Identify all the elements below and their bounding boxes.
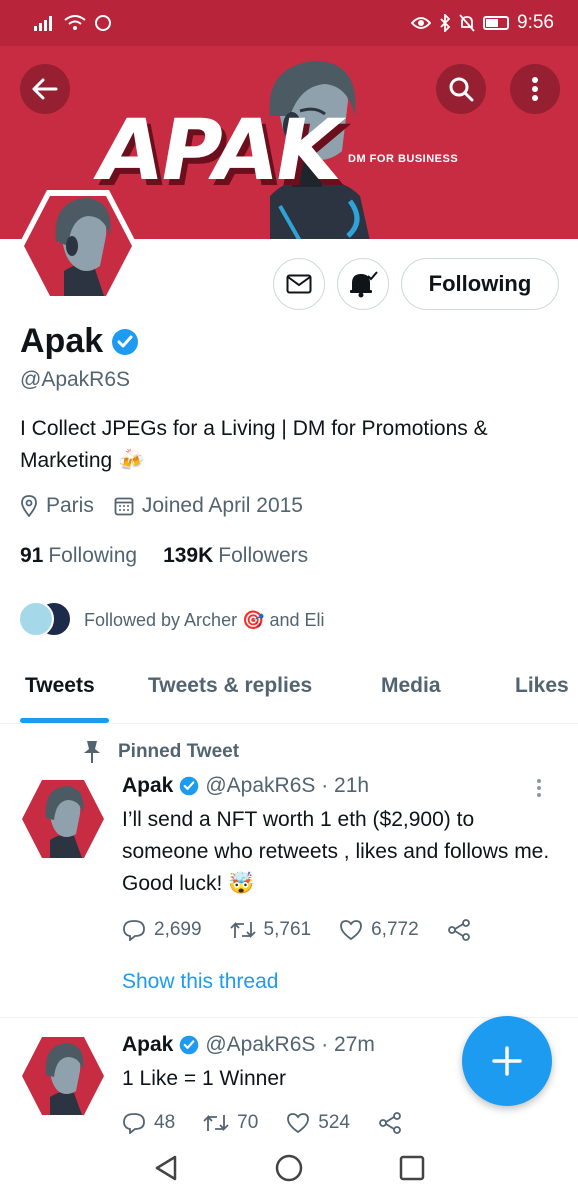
- display-name: Apak: [20, 322, 139, 361]
- profile-meta: Paris Joined April 2015: [20, 494, 323, 518]
- show-thread-link[interactable]: Show this thread: [122, 970, 278, 994]
- tweet-avatar[interactable]: [20, 1035, 106, 1117]
- back-arrow-icon: [32, 78, 58, 100]
- share-icon[interactable]: [378, 1111, 402, 1135]
- search-button[interactable]: [436, 64, 486, 114]
- tweet-author-name[interactable]: Apak: [122, 774, 173, 798]
- location-icon: [21, 495, 37, 517]
- signal-icon: [34, 16, 52, 31]
- tab-tweets-replies[interactable]: Tweets & replies: [148, 674, 312, 698]
- compose-plus-icon: [492, 1046, 522, 1076]
- joined-text: Joined April 2015: [141, 494, 303, 517]
- tweet-more-icon[interactable]: [536, 778, 542, 798]
- banner-subtitle: DM FOR BUSINESS: [348, 153, 459, 165]
- following-count: 91: [20, 544, 44, 567]
- bell-icon: [350, 271, 378, 298]
- tweet-author-name[interactable]: Apak: [122, 1033, 173, 1057]
- like-action[interactable]: 524: [286, 1112, 350, 1134]
- share-icon[interactable]: [447, 918, 471, 942]
- whatsapp-icon: [95, 15, 111, 31]
- following-label: Following: [48, 544, 138, 567]
- following-count-link[interactable]: 91 Following: [20, 544, 137, 568]
- followed-by-avatars: [18, 601, 74, 639]
- status-bar: 9:56: [0, 0, 578, 46]
- like-count: 524: [318, 1112, 350, 1133]
- like-count: 6,772: [371, 919, 419, 940]
- followed-by[interactable]: Followed by Archer 🎯 and Eli: [18, 601, 325, 639]
- tweet-avatar[interactable]: [20, 778, 106, 860]
- active-tab-indicator: [20, 718, 109, 723]
- location-item: Paris: [20, 494, 94, 518]
- mute-icon: [459, 14, 475, 32]
- tweet-meta: @ApakR6S · 27m: [205, 1033, 375, 1056]
- tab-likes[interactable]: Likes: [515, 674, 569, 698]
- tweet-actions: 2,699 5,761 6,772: [122, 918, 471, 942]
- pin-icon: [84, 741, 100, 763]
- profile-tabs: Tweets Tweets & replies Media Likes: [0, 660, 578, 724]
- followers-label: Followers: [218, 544, 309, 567]
- reply-action[interactable]: 48: [122, 1112, 175, 1134]
- verified-badge-icon: [180, 1035, 199, 1055]
- bluetooth-icon: [440, 14, 451, 32]
- tweet-meta: @ApakR6S · 21h: [205, 774, 370, 797]
- reply-count: 48: [154, 1112, 176, 1133]
- retweet-action[interactable]: 70: [203, 1112, 258, 1134]
- system-nav-bar: [0, 1135, 578, 1200]
- location-text: Paris: [46, 494, 94, 517]
- message-button[interactable]: [273, 258, 325, 310]
- back-button[interactable]: [20, 64, 70, 114]
- retweet-count: 5,761: [263, 919, 312, 940]
- reply-count: 2,699: [154, 919, 202, 940]
- compose-tweet-button[interactable]: [462, 1016, 552, 1106]
- like-icon: [340, 920, 362, 941]
- nav-home-icon[interactable]: [274, 1153, 304, 1183]
- tab-tweets[interactable]: Tweets: [25, 674, 95, 698]
- tab-media[interactable]: Media: [381, 674, 441, 698]
- like-icon: [287, 1113, 310, 1134]
- followers-count: 139K: [163, 544, 214, 567]
- retweet-icon: [203, 1114, 229, 1132]
- more-options-button[interactable]: [510, 64, 560, 114]
- tweet-header: Apak @ApakR6S · 27m: [122, 1033, 375, 1057]
- reply-action[interactable]: 2,699: [122, 919, 202, 941]
- reply-icon: [123, 920, 145, 941]
- wifi-icon: [64, 15, 86, 30]
- followed-by-text: Followed by Archer 🎯 and Eli: [84, 609, 325, 630]
- verified-badge-icon: [180, 776, 199, 796]
- joined-item: Joined April 2015: [114, 494, 303, 518]
- like-action[interactable]: 6,772: [339, 919, 419, 941]
- status-left: [34, 14, 112, 32]
- profile-avatar[interactable]: [16, 186, 140, 306]
- following-button[interactable]: Following: [401, 258, 559, 310]
- retweet-count: 70: [237, 1112, 259, 1133]
- search-icon: [449, 77, 474, 102]
- followers-count-link[interactable]: 139K Followers: [163, 544, 308, 568]
- profile-bio: I Collect JPEGs for a Living | DM for Pr…: [20, 417, 488, 472]
- notifications-button[interactable]: [337, 258, 389, 310]
- status-right: 9:56: [411, 12, 554, 34]
- profile-handle: @ApakR6S: [20, 368, 131, 391]
- tweet-actions: 48 70 524: [122, 1111, 402, 1135]
- pinned-text: Pinned Tweet: [118, 741, 240, 762]
- battery-icon: [483, 16, 510, 30]
- retweet-action[interactable]: 5,761: [229, 919, 312, 941]
- follower-avatar: [18, 601, 54, 637]
- tweet[interactable]: Pinned Tweet Apak @ApakR6S · 21h I’ll se…: [0, 728, 578, 1018]
- nav-recents-icon[interactable]: [399, 1155, 425, 1181]
- tweet-text: I’ll send a NFT worth 1 eth ($2,900) to …: [122, 808, 550, 895]
- follow-counts: 91 Following 139K Followers: [20, 544, 308, 568]
- mail-icon: [286, 274, 312, 294]
- more-vertical-icon: [532, 77, 538, 101]
- calendar-icon: [114, 497, 134, 516]
- eye-icon: [411, 17, 432, 29]
- tweet-header: Apak @ApakR6S · 21h: [122, 774, 369, 798]
- verified-badge-icon: [112, 328, 139, 355]
- retweet-icon: [229, 921, 256, 939]
- reply-icon: [123, 1113, 145, 1134]
- status-time: 9:56: [517, 12, 554, 33]
- banner-title: APAK: [89, 101, 348, 199]
- profile-name: Apak: [20, 322, 104, 360]
- pinned-label: Pinned Tweet: [82, 740, 239, 764]
- nav-back-icon[interactable]: [153, 1154, 179, 1182]
